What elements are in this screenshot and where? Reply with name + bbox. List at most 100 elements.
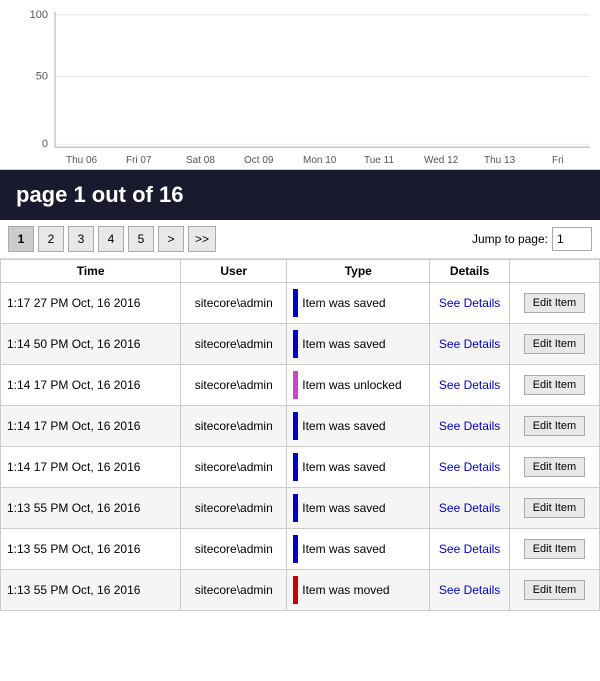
cell-details: See Details	[430, 365, 510, 406]
cell-user: sitecore\admin	[181, 570, 287, 611]
jump-to-page: Jump to page:	[472, 227, 592, 251]
cell-action: Edit Item	[509, 488, 599, 529]
cell-action: Edit Item	[509, 324, 599, 365]
svg-text:Fri 07: Fri 07	[126, 155, 152, 166]
cell-type: Item was unlocked	[287, 365, 430, 406]
type-label: Item was saved	[302, 542, 385, 556]
table-row: 1:14 50 PM Oct, 16 2016 sitecore\admin I…	[1, 324, 600, 365]
svg-text:Thu 13: Thu 13	[484, 155, 516, 166]
edit-item-btn[interactable]: Edit Item	[524, 580, 585, 600]
type-bar-indicator	[293, 371, 298, 399]
see-details-link[interactable]: See Details	[439, 378, 500, 392]
table-row: 1:14 17 PM Oct, 16 2016 sitecore\admin I…	[1, 406, 600, 447]
cell-details: See Details	[430, 447, 510, 488]
page-btn-1[interactable]: 1	[8, 226, 34, 252]
cell-action: Edit Item	[509, 406, 599, 447]
table-row: 1:13 55 PM Oct, 16 2016 sitecore\admin I…	[1, 529, 600, 570]
cell-action: Edit Item	[509, 529, 599, 570]
cell-time: 1:14 17 PM Oct, 16 2016	[1, 406, 181, 447]
see-details-link[interactable]: See Details	[439, 583, 500, 597]
page-btn-3[interactable]: 3	[68, 226, 94, 252]
edit-item-btn[interactable]: Edit Item	[524, 498, 585, 518]
cell-time: 1:13 55 PM Oct, 16 2016	[1, 570, 181, 611]
edit-item-btn[interactable]: Edit Item	[524, 375, 585, 395]
cell-action: Edit Item	[509, 570, 599, 611]
type-label: Item was moved	[302, 583, 389, 597]
cell-user: sitecore\admin	[181, 324, 287, 365]
cell-type: Item was saved	[287, 447, 430, 488]
svg-text:Wed 12: Wed 12	[424, 155, 459, 166]
cell-time: 1:14 17 PM Oct, 16 2016	[1, 447, 181, 488]
cell-details: See Details	[430, 529, 510, 570]
cell-user: sitecore\admin	[181, 365, 287, 406]
table-row: 1:17 27 PM Oct, 16 2016 sitecore\admin I…	[1, 283, 600, 324]
type-label: Item was unlocked	[302, 378, 401, 392]
type-label: Item was saved	[302, 296, 385, 310]
type-bar-indicator	[293, 330, 298, 358]
svg-text:0: 0	[42, 138, 48, 150]
cell-details: See Details	[430, 406, 510, 447]
chart-container: 100 50 0 Thu 06 Fri 07 Sat 08 Oct 09 Mon…	[0, 0, 600, 170]
page-btn-4[interactable]: 4	[98, 226, 124, 252]
svg-text:Mon 10: Mon 10	[303, 155, 337, 166]
type-bar-indicator	[293, 289, 298, 317]
cell-details: See Details	[430, 283, 510, 324]
pagination-row: 1 2 3 4 5 > >> Jump to page:	[0, 220, 600, 259]
page-btn-2[interactable]: 2	[38, 226, 64, 252]
col-header-action	[509, 260, 599, 283]
table-row: 1:14 17 PM Oct, 16 2016 sitecore\admin I…	[1, 447, 600, 488]
see-details-link[interactable]: See Details	[439, 419, 500, 433]
cell-user: sitecore\admin	[181, 406, 287, 447]
page-header: page 1 out of 16	[0, 170, 600, 220]
edit-item-btn[interactable]: Edit Item	[524, 539, 585, 559]
type-bar-indicator	[293, 412, 298, 440]
table-row: 1:14 17 PM Oct, 16 2016 sitecore\admin I…	[1, 365, 600, 406]
table-header-row: Time User Type Details	[1, 260, 600, 283]
cell-details: See Details	[430, 488, 510, 529]
see-details-link[interactable]: See Details	[439, 501, 500, 515]
cell-type: Item was saved	[287, 324, 430, 365]
edit-item-btn[interactable]: Edit Item	[524, 457, 585, 477]
last-page-btn[interactable]: >>	[188, 226, 216, 252]
col-header-type: Type	[287, 260, 430, 283]
type-label: Item was saved	[302, 419, 385, 433]
cell-action: Edit Item	[509, 447, 599, 488]
cell-time: 1:13 55 PM Oct, 16 2016	[1, 488, 181, 529]
cell-type: Item was saved	[287, 529, 430, 570]
cell-time: 1:17 27 PM Oct, 16 2016	[1, 283, 181, 324]
type-bar-indicator	[293, 535, 298, 563]
svg-text:Fri: Fri	[552, 155, 564, 166]
col-header-user: User	[181, 260, 287, 283]
page-btn-5[interactable]: 5	[128, 226, 154, 252]
cell-type: Item was saved	[287, 488, 430, 529]
svg-text:Tue 11: Tue 11	[364, 155, 394, 166]
type-label: Item was saved	[302, 501, 385, 515]
type-label: Item was saved	[302, 460, 385, 474]
table-row: 1:13 55 PM Oct, 16 2016 sitecore\admin I…	[1, 570, 600, 611]
table-row: 1:13 55 PM Oct, 16 2016 sitecore\admin I…	[1, 488, 600, 529]
edit-item-btn[interactable]: Edit Item	[524, 334, 585, 354]
cell-details: See Details	[430, 570, 510, 611]
next-page-btn[interactable]: >	[158, 226, 184, 252]
cell-time: 1:14 17 PM Oct, 16 2016	[1, 365, 181, 406]
svg-text:100: 100	[30, 9, 48, 21]
see-details-link[interactable]: See Details	[439, 337, 500, 351]
cell-user: sitecore\admin	[181, 529, 287, 570]
svg-text:Oct 09: Oct 09	[244, 155, 274, 166]
see-details-link[interactable]: See Details	[439, 460, 500, 474]
see-details-link[interactable]: See Details	[439, 542, 500, 556]
edit-item-btn[interactable]: Edit Item	[524, 293, 585, 313]
type-bar-indicator	[293, 576, 298, 604]
jump-label-text: Jump to page:	[472, 232, 548, 246]
col-header-time: Time	[1, 260, 181, 283]
cell-type: Item was saved	[287, 283, 430, 324]
svg-text:50: 50	[36, 71, 48, 83]
cell-type: Item was moved	[287, 570, 430, 611]
cell-type: Item was saved	[287, 406, 430, 447]
events-table: Time User Type Details 1:17 27 PM Oct, 1…	[0, 259, 600, 611]
cell-time: 1:14 50 PM Oct, 16 2016	[1, 324, 181, 365]
svg-text:Sat 08: Sat 08	[186, 155, 215, 166]
edit-item-btn[interactable]: Edit Item	[524, 416, 585, 436]
jump-input[interactable]	[552, 227, 592, 251]
see-details-link[interactable]: See Details	[439, 296, 500, 310]
